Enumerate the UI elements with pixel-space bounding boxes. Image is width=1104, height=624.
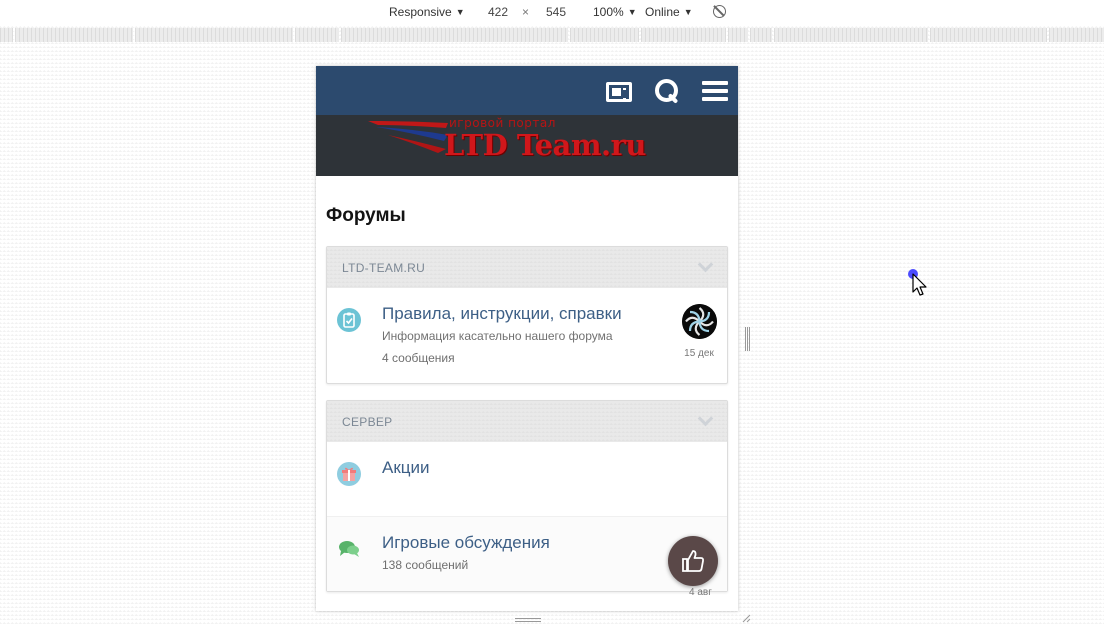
- height-input[interactable]: 545: [546, 5, 566, 19]
- news-icon[interactable]: [606, 81, 632, 102]
- dimension-separator: ×: [522, 5, 529, 19]
- forum-section: LTD-TEAM.RU Правила, инструкции, справки…: [326, 246, 728, 384]
- last-post-date: 4 авг: [689, 587, 712, 598]
- resize-handle-corner[interactable]: [741, 613, 751, 623]
- chevron-down-icon[interactable]: [697, 256, 714, 273]
- height-value: 545: [546, 5, 567, 19]
- section-header[interactable]: СЕРВЕР: [327, 401, 727, 442]
- network-select-label: Online: [645, 5, 680, 19]
- avatar[interactable]: [681, 304, 717, 339]
- main-content: Форумы LTD-TEAM.RU Правила, инструкции, …: [316, 176, 738, 592]
- device-select[interactable]: Responsive ▼: [389, 5, 465, 19]
- caret-down-icon: ▼: [627, 7, 637, 17]
- section-title: СЕРВЕР: [342, 414, 393, 429]
- last-post-date: 15 дек: [684, 348, 714, 359]
- device-select-label: Responsive: [389, 5, 452, 19]
- forum-post-count: 138 сообщений: [382, 558, 469, 572]
- section-title: LTD-TEAM.RU: [342, 260, 426, 275]
- page-title: Форумы: [326, 205, 406, 226]
- network-select[interactable]: Online ▼: [645, 5, 693, 19]
- width-value: 422: [488, 5, 509, 19]
- rotate-icon[interactable]: [713, 5, 726, 18]
- device-viewport: игровой портал LTD Team.ru Форумы LTD-TE…: [316, 66, 738, 611]
- caret-down-icon: ▼: [455, 7, 465, 17]
- zoom-select[interactable]: 100% ▼: [593, 5, 637, 19]
- forum-row: Правила, инструкции, справки Информация …: [327, 288, 727, 383]
- forum-row: Игровые обсуждения 138 сообщений: [327, 516, 727, 591]
- forum-link[interactable]: Акции: [382, 458, 717, 478]
- chat-bubbles-icon: [337, 537, 361, 561]
- caret-down-icon: ▼: [683, 7, 693, 17]
- forum-description: Информация касательно нашего форума: [382, 329, 613, 343]
- thumbs-up-icon: [682, 550, 704, 572]
- media-query-ruler[interactable]: [0, 26, 1104, 44]
- logo-text: LTD Team.ru: [444, 128, 647, 162]
- forum-link[interactable]: Игровые обсуждения: [382, 533, 717, 553]
- forum-row: Акции: [327, 442, 727, 516]
- width-input[interactable]: 422: [488, 5, 508, 19]
- resize-handle-right[interactable]: [745, 327, 750, 351]
- clipboard-check-icon: [337, 308, 361, 332]
- gift-icon: [337, 462, 361, 486]
- search-icon[interactable]: [654, 78, 680, 104]
- section-header[interactable]: LTD-TEAM.RU: [327, 247, 727, 288]
- mouse-cursor-icon: [908, 269, 927, 296]
- forum-link[interactable]: Правила, инструкции, справки: [382, 304, 717, 324]
- zoom-select-label: 100%: [593, 5, 624, 19]
- menu-icon[interactable]: [702, 78, 728, 104]
- devtools-toolbar: Responsive ▼ 422 × 545 100% ▼ Online ▼: [0, 0, 1104, 26]
- times-sign: ×: [522, 5, 530, 19]
- chevron-down-icon[interactable]: [697, 410, 714, 427]
- site-topbar: [316, 66, 738, 115]
- resize-handle-bottom[interactable]: [515, 618, 541, 622]
- site-banner[interactable]: игровой портал LTD Team.ru: [316, 115, 738, 176]
- like-button[interactable]: [668, 536, 718, 586]
- last-post: 15 дек: [681, 304, 717, 359]
- forum-post-count: 4 сообщения: [382, 351, 455, 365]
